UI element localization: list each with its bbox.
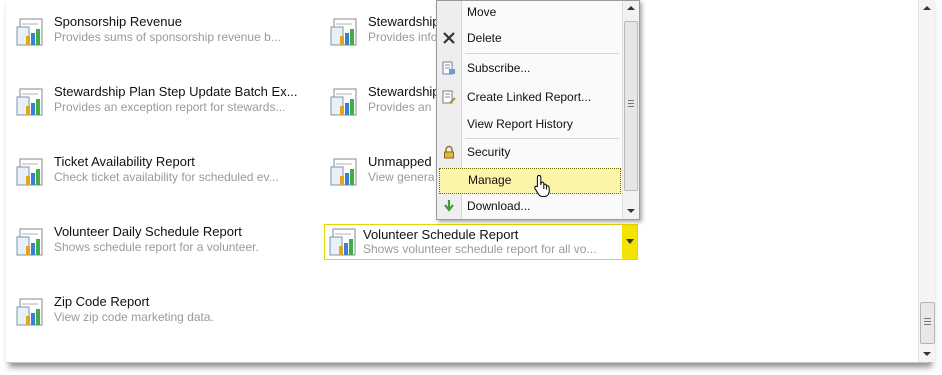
report-chart-icon (16, 88, 43, 116)
report-chart-icon (330, 18, 357, 46)
report-chart-icon (16, 228, 43, 256)
report-title: Sponsorship Revenue (54, 14, 182, 29)
linked-report-icon (442, 90, 456, 104)
delete-x-icon (443, 32, 455, 44)
menu-item-label: Manage (468, 173, 512, 187)
scroll-down-arrow-icon[interactable] (919, 346, 935, 362)
menu-item-label: Move (467, 5, 497, 19)
menu-scrollbar-thumb[interactable] (624, 21, 638, 191)
report-description: Check ticket availability for scheduled … (54, 170, 279, 184)
report-tile[interactable]: Volunteer Daily Schedule Report Shows sc… (16, 224, 316, 264)
menu-item-security[interactable]: Security (437, 141, 621, 165)
report-description: Provides an (368, 100, 432, 114)
report-chart-icon (330, 88, 357, 116)
menu-item-delete[interactable]: Delete (437, 27, 621, 51)
menu-item-label: Download... (467, 199, 531, 213)
menu-scrollbar[interactable] (622, 1, 639, 219)
menu-item-create-linked-report[interactable]: Create Linked Report... (437, 86, 621, 110)
menu-item-label: Delete (467, 31, 502, 45)
report-title: Volunteer Daily Schedule Report (54, 224, 242, 239)
report-title: Zip Code Report (54, 294, 150, 309)
menu-scroll-up-icon[interactable] (623, 1, 638, 16)
menu-item-label: Subscribe... (467, 61, 531, 75)
scrollbar-thumb[interactable] (920, 302, 935, 344)
download-arrow-icon (444, 200, 454, 212)
lock-icon (444, 145, 454, 159)
report-chart-icon (16, 298, 43, 326)
menu-separator (465, 53, 619, 54)
report-chart-icon (329, 228, 356, 256)
report-title: Ticket Availability Report (54, 154, 195, 169)
menu-item-label: View Report History (467, 117, 573, 131)
menu-item-move[interactable]: Move (437, 1, 621, 25)
report-tile[interactable]: Ticket Availability Report Check ticket … (16, 154, 316, 194)
vertical-scrollbar[interactable] (918, 0, 935, 362)
menu-separator (465, 138, 619, 139)
report-title: Volunteer Schedule Report (363, 227, 519, 242)
menu-item-download[interactable]: Download... (437, 195, 621, 219)
report-description: Provides an exception report for steward… (54, 100, 286, 114)
report-tile[interactable]: Stewardship Plan Step Update Batch Ex...… (16, 84, 316, 124)
report-title: Unmapped G (368, 154, 446, 169)
report-tile[interactable]: Sponsorship Revenue Provides sums of spo… (16, 14, 316, 54)
hand-pointer-cursor-icon (534, 174, 550, 197)
report-description: Shows schedule report for a volunteer. (54, 240, 259, 254)
report-description: Provides info (368, 30, 438, 44)
report-description: Provides sums of sponsorship revenue b..… (54, 30, 281, 44)
scroll-up-arrow-icon[interactable] (919, 0, 935, 16)
report-chart-icon (16, 158, 43, 186)
report-chart-icon (16, 18, 43, 46)
menu-item-subscribe[interactable]: Subscribe... (437, 57, 621, 81)
report-title: Stewardship (368, 14, 440, 29)
report-tile[interactable]: Zip Code Report View zip code marketing … (16, 294, 316, 334)
subscribe-icon (442, 61, 455, 75)
report-description: View genera (368, 170, 435, 184)
report-description: View zip code marketing data. (54, 310, 214, 324)
menu-item-view-report-history[interactable]: View Report History (437, 113, 621, 137)
report-chart-icon (330, 158, 357, 186)
report-title: Stewardship Plan Step Update Batch Ex... (54, 84, 298, 99)
report-options-dropdown-button[interactable] (622, 225, 637, 259)
report-tile[interactable]: Stewardship Provides an (330, 84, 440, 124)
menu-item-label: Create Linked Report... (467, 90, 592, 104)
report-description: Shows volunteer schedule report for all … (363, 242, 597, 256)
report-tile[interactable]: Stewardship Provides info (330, 14, 440, 54)
report-tile[interactable]: Unmapped G View genera (330, 154, 445, 194)
menu-item-label: Security (467, 145, 511, 159)
menu-scroll-down-icon[interactable] (623, 204, 638, 219)
report-title: Stewardship (368, 84, 440, 99)
menu-item-manage[interactable]: Manage (439, 168, 621, 194)
report-tile-selected[interactable]: Volunteer Schedule Report Shows voluntee… (324, 224, 638, 260)
